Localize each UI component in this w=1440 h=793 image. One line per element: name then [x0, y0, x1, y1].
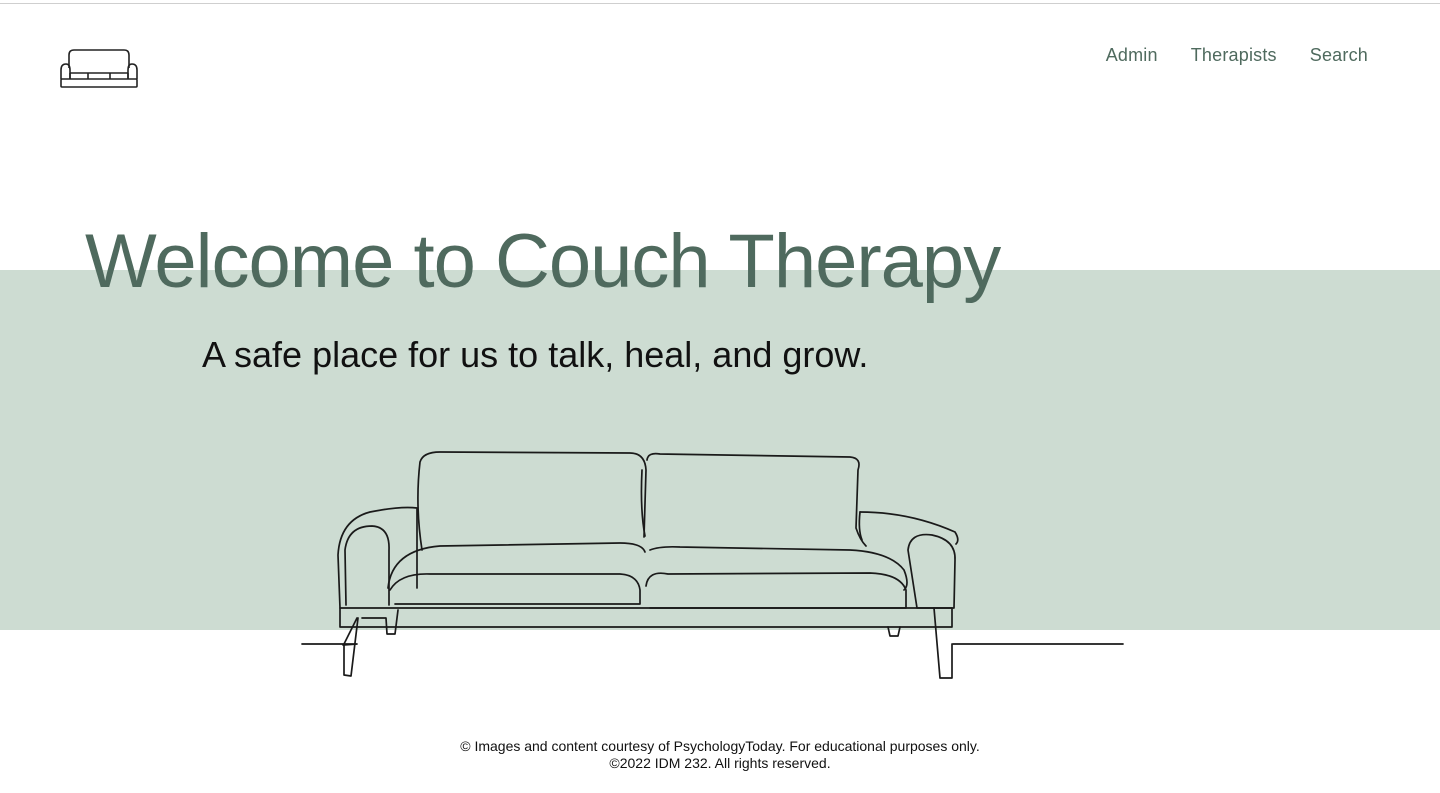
nav-link-admin[interactable]: Admin	[1106, 45, 1158, 66]
couch-icon[interactable]	[58, 46, 140, 92]
footer-copyright: ©2022 IDM 232. All rights reserved.	[609, 755, 831, 771]
couch-line-drawing-icon	[301, 451, 1124, 679]
main-nav: Admin Therapists Search	[1106, 45, 1368, 66]
site-footer: © Images and content courtesy of Psychol…	[0, 738, 1440, 772]
page: Admin Therapists Search Welcome to Couch…	[0, 0, 1440, 793]
nav-link-search[interactable]: Search	[1310, 45, 1368, 66]
hero-subtitle: A safe place for us to talk, heal, and g…	[202, 334, 869, 375]
hero-title: Welcome to Couch Therapy	[85, 219, 1001, 304]
nav-link-therapists[interactable]: Therapists	[1191, 45, 1277, 66]
footer-credits: © Images and content courtesy of Psychol…	[460, 738, 980, 754]
top-divider	[0, 3, 1440, 4]
